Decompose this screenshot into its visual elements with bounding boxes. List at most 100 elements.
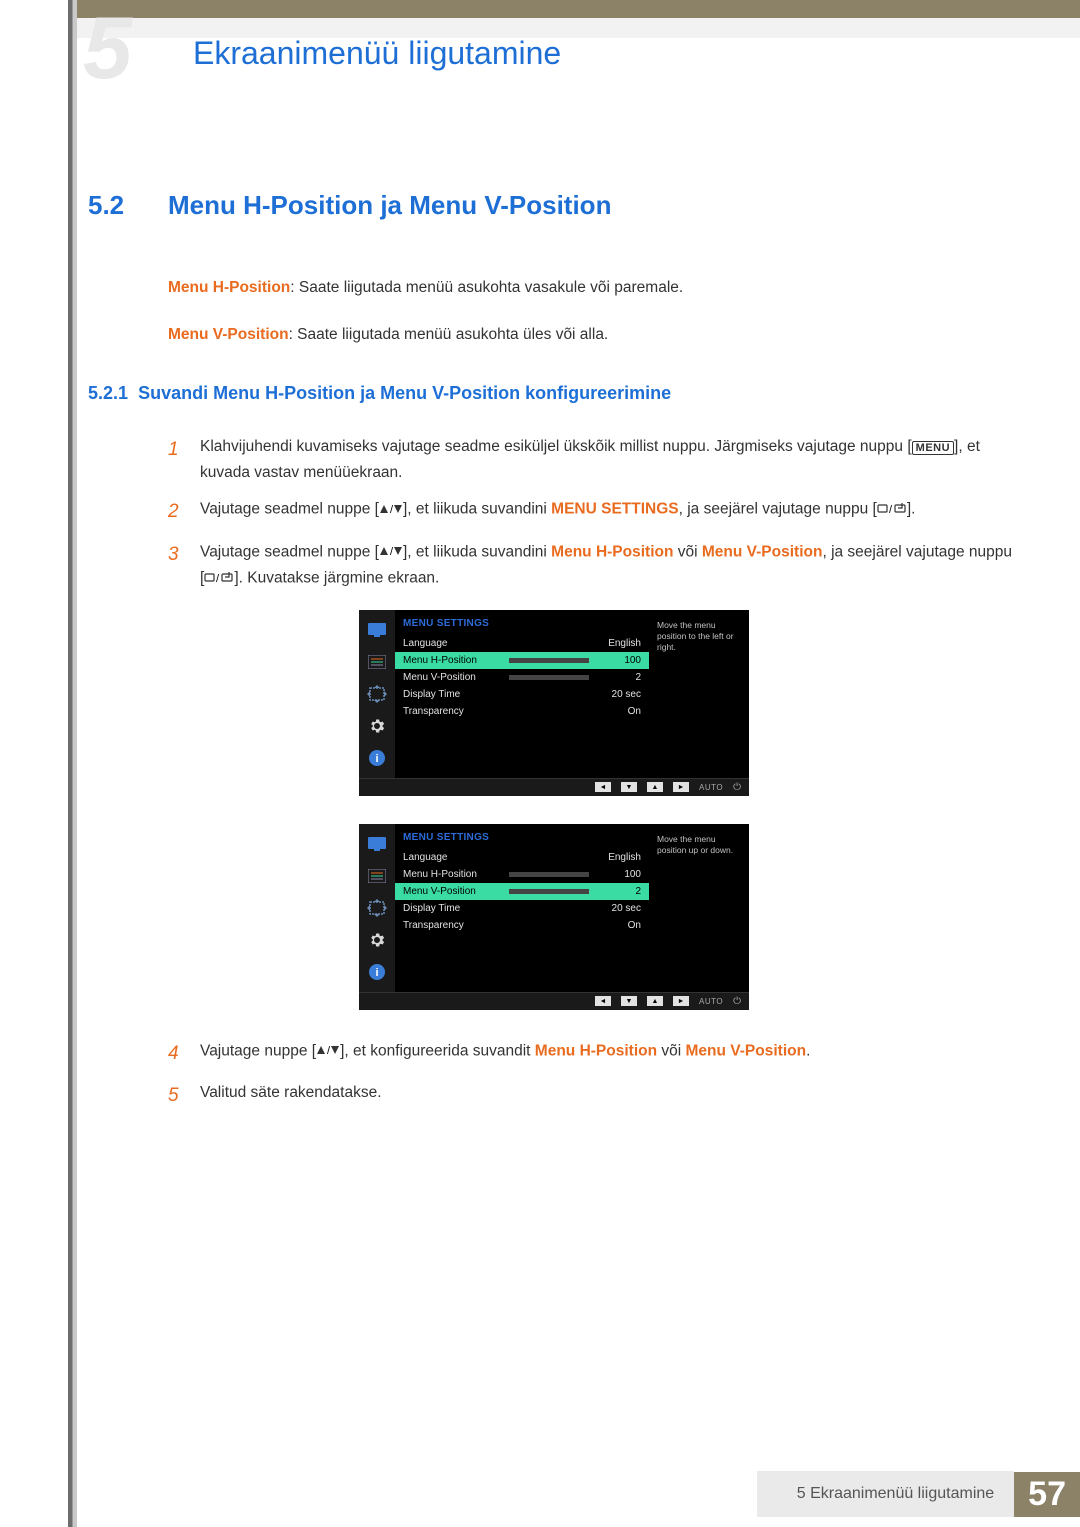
- svg-text:/: /: [327, 1045, 331, 1056]
- size-icon: [366, 898, 388, 918]
- step-text: Valitud säte rakendatakse.: [200, 1084, 382, 1101]
- step-num: 2: [168, 496, 182, 528]
- section-heading: 5.2Menu H-Position ja Menu V-Position: [88, 190, 1020, 221]
- osd-slider: [509, 889, 589, 894]
- auto-label: AUTO: [699, 783, 723, 792]
- osd-label: Language: [403, 638, 503, 649]
- info-icon: i: [366, 962, 388, 982]
- svg-text:/: /: [216, 573, 220, 584]
- osd-help-text: Move the menu position to the left or ri…: [649, 610, 749, 778]
- up-down-icon: /: [316, 1038, 340, 1064]
- footer-text: 5 Ekraanimenüü liigutamine: [757, 1471, 1014, 1517]
- right-icon: ►: [673, 782, 689, 792]
- osd-label: Menu V-Position: [403, 672, 503, 683]
- highlight: Menu H-Position: [551, 543, 673, 560]
- chapter-number-badge: 5: [83, 4, 132, 92]
- step-text: Vajutage nuppe [: [200, 1042, 316, 1059]
- step-text: või: [673, 543, 701, 560]
- osd-row-vposition: Menu V-Position 2: [395, 669, 649, 686]
- step-text: , ja seejärel vajutage nuppu [: [679, 501, 877, 518]
- osd-sidebar: i: [359, 610, 395, 778]
- osd-label: Menu H-Position: [403, 655, 503, 666]
- osd-label: Menu H-Position: [403, 869, 503, 880]
- section-title: Menu H-Position ja Menu V-Position: [168, 190, 611, 220]
- up-icon: ▲: [647, 782, 663, 792]
- up-down-icon: /: [379, 539, 403, 565]
- picture-icon: [366, 620, 388, 640]
- osd-row-transparency: TransparencyOn: [395, 703, 649, 720]
- step-num: 3: [168, 539, 182, 592]
- step-text: või: [657, 1042, 685, 1059]
- left-icon: ◄: [595, 996, 611, 1006]
- subsection-title: Suvandi Menu H-Position ja Menu V-Positi…: [138, 383, 671, 403]
- highlight: MENU SETTINGS: [551, 501, 678, 518]
- step-text: Vajutage seadmel nuppe [: [200, 543, 379, 560]
- side-stripe: [68, 0, 77, 1527]
- gear-icon: [366, 930, 388, 950]
- up-icon: ▲: [647, 996, 663, 1006]
- osd-value: English: [595, 852, 641, 863]
- highlight: Menu H-Position: [535, 1042, 657, 1059]
- step-text: Klahvijuhendi kuvamiseks vajutage seadme…: [200, 438, 912, 455]
- osd-value: On: [595, 920, 641, 931]
- intro-v-text: : Saate liigutada menüü asukohta üles võ…: [289, 326, 609, 343]
- right-icon: ►: [673, 996, 689, 1006]
- step-3: 3 Vajutage seadmel nuppe [ / ], et liikuda…: [168, 539, 1020, 592]
- info-icon: i: [366, 748, 388, 768]
- page-footer: 5 Ekraanimenüü liigutamine 57: [757, 1471, 1080, 1517]
- osd-value: English: [595, 638, 641, 649]
- step-text: ], et liikuda suvandini: [403, 543, 551, 560]
- auto-label: AUTO: [699, 997, 723, 1006]
- osd-footer: ◄ ▼ ▲ ► AUTO ⏻: [359, 778, 749, 796]
- intro-h-text: : Saate liigutada menüü asukohta vasakul…: [290, 279, 683, 296]
- size-icon: [366, 684, 388, 704]
- osd-slider: [509, 658, 589, 663]
- osd-row-vposition-selected: Menu V-Position 2: [395, 883, 649, 900]
- osd-label: Language: [403, 852, 503, 863]
- step-1: 1 Klahvijuhendi kuvamiseks vajutage sead…: [168, 434, 1020, 487]
- up-down-icon: /: [379, 496, 403, 522]
- osd-title: MENU SETTINGS: [395, 832, 649, 849]
- osd-label: Transparency: [403, 706, 503, 717]
- svg-text:/: /: [390, 546, 394, 557]
- power-icon: ⏻: [733, 996, 741, 1007]
- osd-row-language: Language English: [395, 849, 649, 866]
- osd-value: 100: [595, 869, 641, 880]
- osd-label: Menu V-Position: [403, 886, 503, 897]
- highlight: Menu V-Position: [686, 1042, 807, 1059]
- source-enter-icon: /: [204, 565, 234, 591]
- intro-h-label: Menu H-Position: [168, 279, 290, 296]
- osd-row-transparency: Transparency On: [395, 917, 649, 934]
- osd-row-hposition: Menu H-Position 100: [395, 866, 649, 883]
- osd-row-displaytime: Display Time20 sec: [395, 686, 649, 703]
- subsection-number: 5.2.1: [88, 383, 128, 403]
- intro-v-position: Menu V-Position: Saate liigutada menüü a…: [168, 323, 1020, 348]
- osd-screenshot-hpos: i MENU SETTINGS LanguageEnglish Menu H-P…: [359, 610, 749, 778]
- step-num: 5: [168, 1080, 182, 1112]
- svg-text:i: i: [375, 753, 378, 765]
- osd-value: 2: [595, 886, 641, 897]
- down-icon: ▼: [621, 996, 637, 1006]
- osd-value: 20 sec: [595, 689, 641, 700]
- svg-text:/: /: [889, 504, 893, 515]
- osd-slider: [509, 675, 589, 680]
- osd-footer: ◄ ▼ ▲ ► AUTO ⏻: [359, 992, 749, 1010]
- source-enter-icon: /: [877, 496, 907, 522]
- step-4: 4 Vajutage nuppe [/], et konfigureerida …: [168, 1038, 1020, 1070]
- left-icon: ◄: [595, 782, 611, 792]
- osd-value: 2: [595, 672, 641, 683]
- intro-v-label: Menu V-Position: [168, 326, 289, 343]
- step-text: ].: [907, 501, 916, 518]
- osd-label: Display Time: [403, 903, 503, 914]
- osd-row-language: Language English: [395, 635, 649, 652]
- osd-label: Transparency: [403, 920, 503, 931]
- osd-screenshot-vpos: i MENU SETTINGS Language English Menu H-P…: [359, 824, 749, 992]
- power-icon: ⏻: [733, 782, 741, 793]
- section-number: 5.2: [88, 190, 168, 221]
- step-2: 2 Vajutage seadmel nuppe [/], et liikuda…: [168, 496, 1020, 528]
- intro-h-position: Menu H-Position: Saate liigutada menüü a…: [168, 276, 1020, 301]
- osd-slider: [509, 872, 589, 877]
- step-num: 4: [168, 1038, 182, 1070]
- osd-value: 20 sec: [595, 903, 641, 914]
- menu-button-icon: MENU: [912, 441, 954, 455]
